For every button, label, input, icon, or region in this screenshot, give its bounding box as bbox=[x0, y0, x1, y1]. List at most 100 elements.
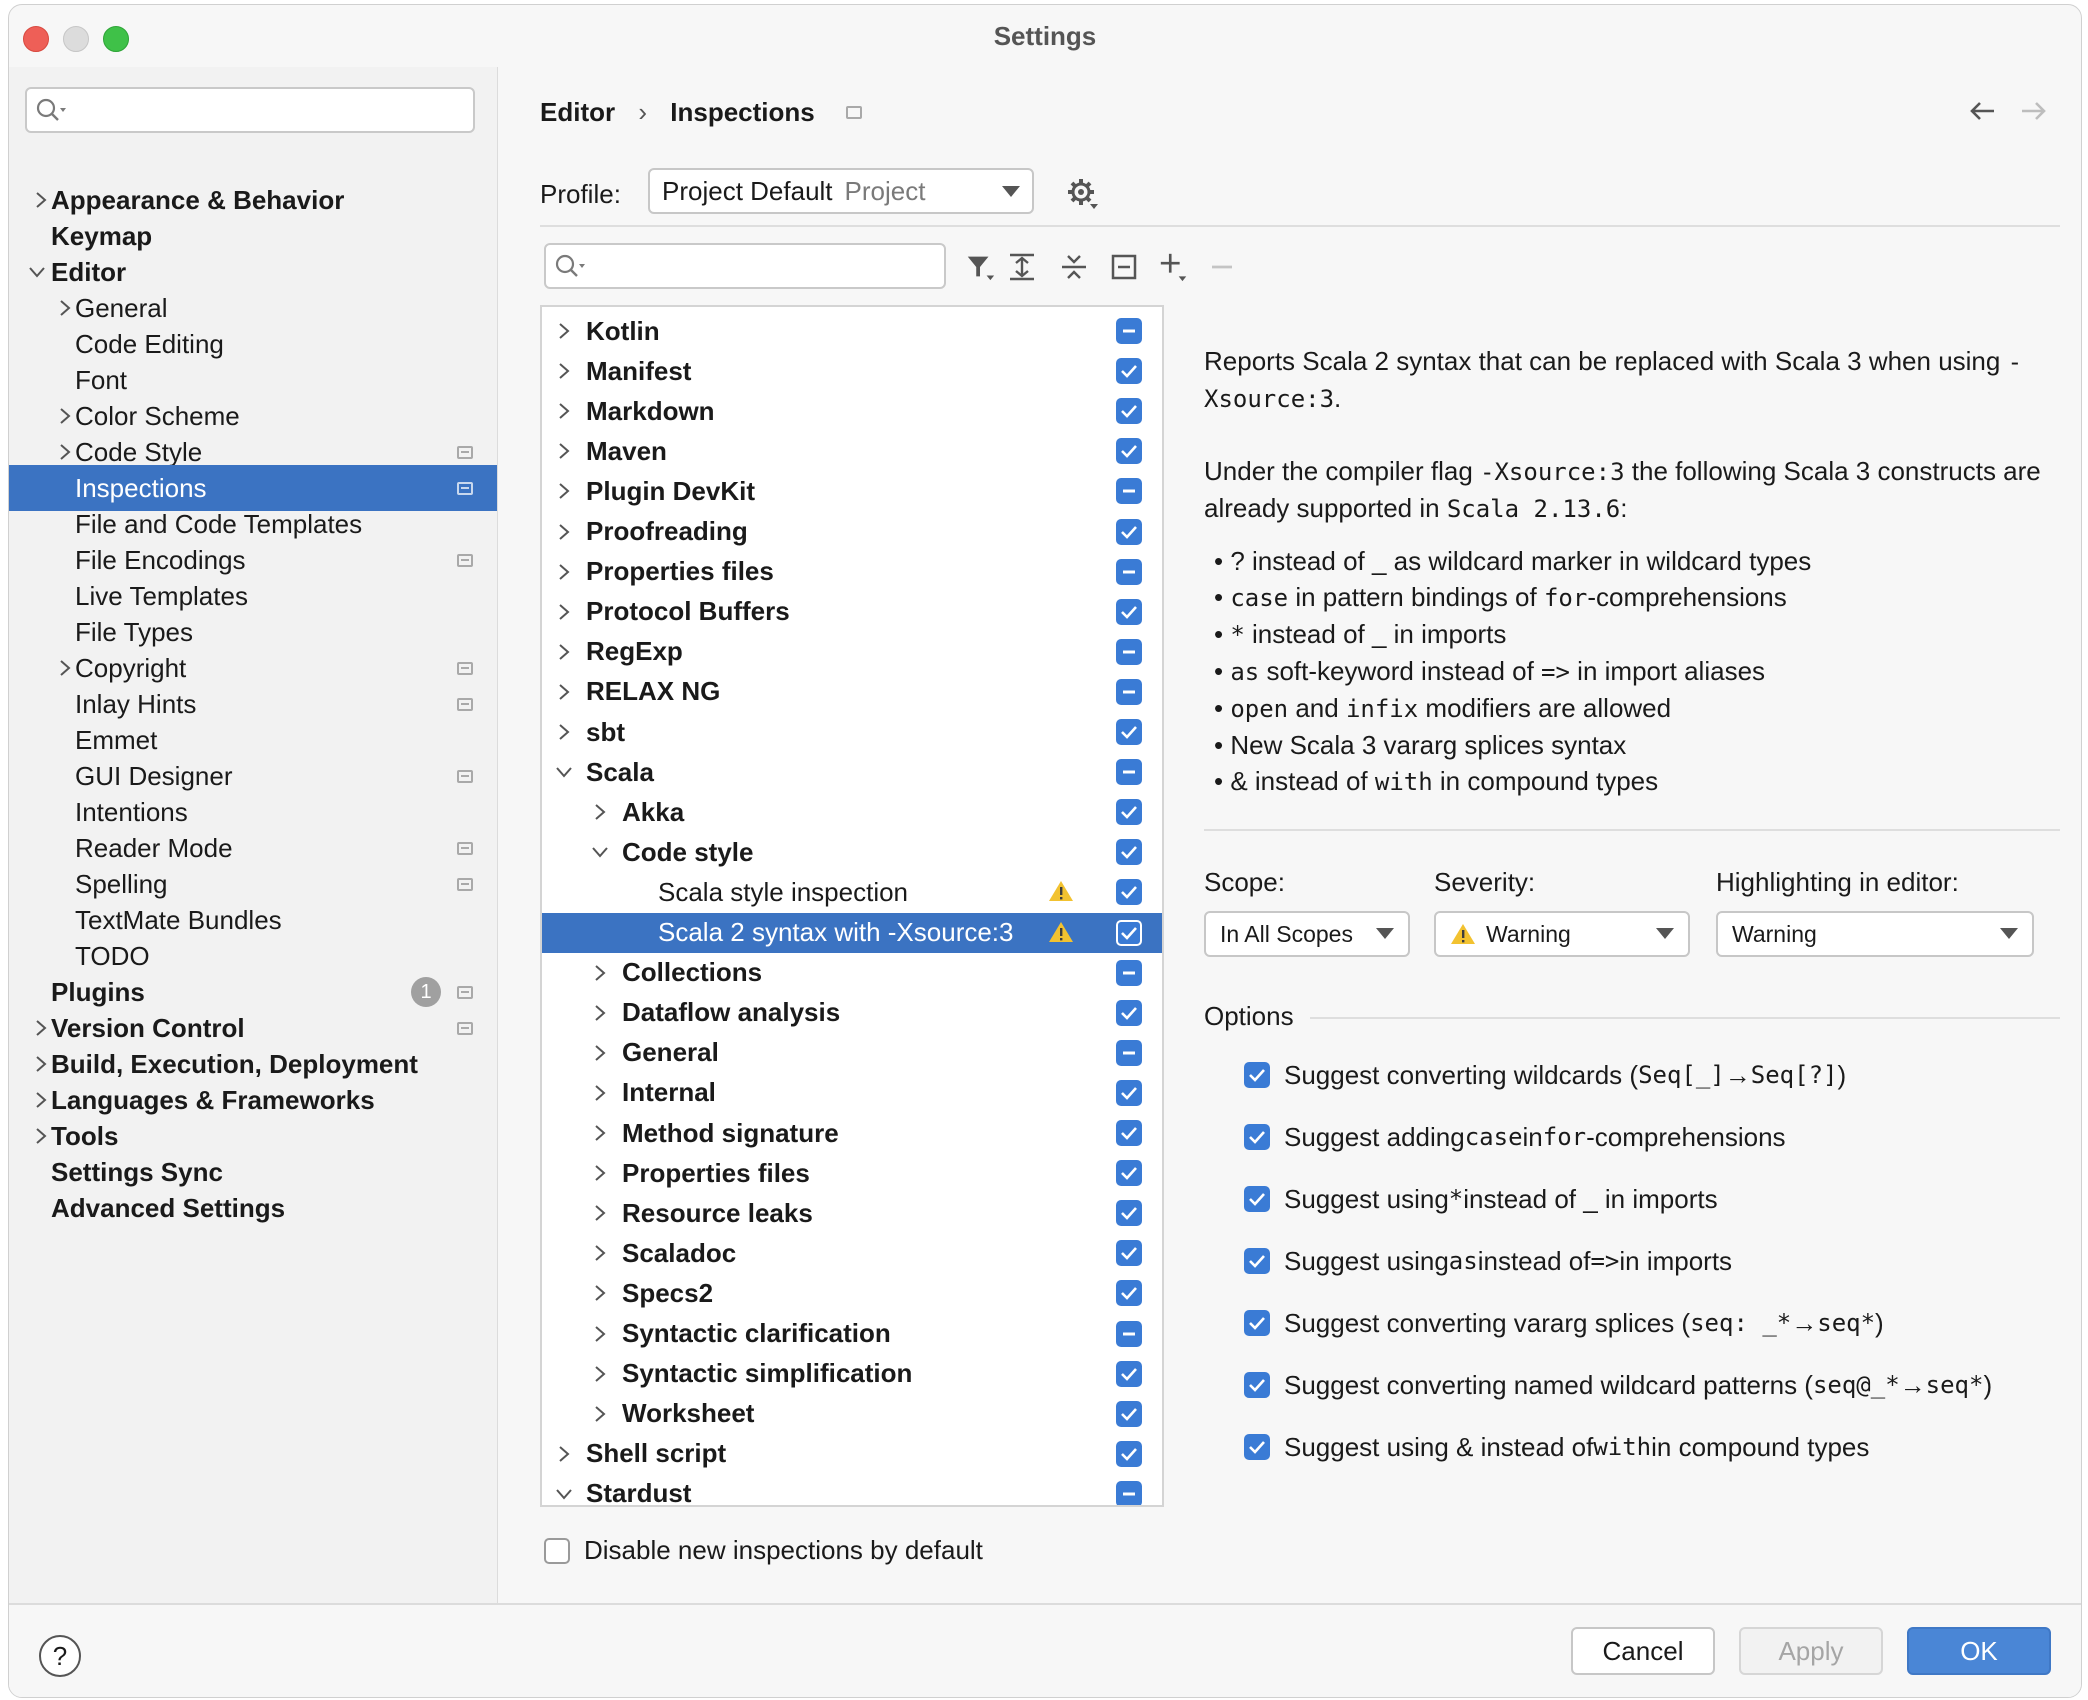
chevron-right-icon[interactable] bbox=[554, 562, 574, 582]
disable-new-inspections-row[interactable]: Disable new inspections by default bbox=[544, 1535, 983, 1566]
cancel-button[interactable]: Cancel bbox=[1571, 1627, 1715, 1675]
inspection-tree[interactable]: Kotlin Manifest Markdown Maven Plugin DevKit… bbox=[540, 305, 1164, 1507]
option-convert-wildcards[interactable]: Suggest converting wildcards (Seq[_] → S… bbox=[1244, 1055, 1846, 1095]
checkbox-checked[interactable] bbox=[1116, 398, 1142, 425]
tree-row[interactable]: Kotlin bbox=[542, 311, 1162, 351]
tree-row[interactable]: Scala style inspection bbox=[542, 872, 1162, 912]
tree-row[interactable]: Scala bbox=[542, 752, 1162, 792]
apply-button[interactable]: Apply bbox=[1739, 1627, 1883, 1675]
expand-all-icon[interactable] bbox=[1006, 251, 1038, 283]
tree-row[interactable]: Scaladoc bbox=[542, 1233, 1162, 1273]
chevron-right-icon[interactable] bbox=[554, 642, 574, 662]
checkbox-checked[interactable] bbox=[1116, 438, 1142, 465]
chevron-right-icon[interactable] bbox=[590, 1163, 610, 1183]
chevron-right-icon[interactable] bbox=[590, 1324, 610, 1344]
tree-row[interactable]: Protocol Buffers bbox=[542, 592, 1162, 632]
checkbox-partial[interactable] bbox=[1116, 478, 1142, 505]
chevron-right-icon[interactable] bbox=[554, 321, 574, 341]
tree-row[interactable]: Syntactic simplification bbox=[542, 1354, 1162, 1394]
tree-row[interactable]: RELAX NG bbox=[542, 672, 1162, 712]
reset-to-default-icon[interactable] bbox=[1108, 251, 1140, 283]
checkbox-checked[interactable] bbox=[1244, 1372, 1270, 1398]
inspection-search-input[interactable] bbox=[544, 243, 946, 289]
chevron-right-icon[interactable] bbox=[554, 361, 574, 381]
tree-row[interactable]: Code style bbox=[542, 832, 1162, 872]
tree-row[interactable]: Dataflow analysis bbox=[542, 993, 1162, 1033]
tree-row[interactable]: Markdown bbox=[542, 391, 1162, 431]
checkbox-partial[interactable] bbox=[1116, 959, 1142, 986]
checkbox-checked[interactable] bbox=[1116, 1120, 1142, 1146]
chevron-right-icon[interactable] bbox=[554, 522, 574, 542]
checkbox-partial[interactable] bbox=[1116, 1320, 1142, 1347]
checkbox-checked[interactable] bbox=[1244, 1124, 1270, 1150]
checkbox-checked[interactable] bbox=[1116, 1200, 1142, 1227]
checkbox-checked[interactable] bbox=[1244, 1310, 1270, 1336]
chevron-right-icon[interactable] bbox=[590, 1364, 610, 1384]
chevron-right-icon[interactable] bbox=[590, 1043, 610, 1063]
checkbox-checked[interactable] bbox=[1116, 1360, 1142, 1387]
chevron-right-icon[interactable] bbox=[590, 1243, 610, 1263]
checkbox-partial[interactable] bbox=[1116, 318, 1142, 344]
checkbox-partial[interactable] bbox=[1116, 678, 1142, 705]
chevron-right-icon[interactable] bbox=[554, 1444, 574, 1464]
tree-row[interactable]: Collections bbox=[542, 953, 1162, 993]
add-icon[interactable] bbox=[1158, 251, 1190, 283]
chevron-right-icon[interactable] bbox=[590, 1123, 610, 1143]
option-vararg-splices[interactable]: Suggest converting vararg splices (seq: … bbox=[1244, 1303, 1884, 1343]
chevron-right-icon[interactable] bbox=[554, 441, 574, 461]
checkbox-checked[interactable] bbox=[1116, 1440, 1142, 1467]
tree-row[interactable]: Shell script bbox=[542, 1434, 1162, 1474]
checkbox-checked[interactable] bbox=[1116, 999, 1142, 1026]
help-button[interactable]: ? bbox=[39, 1635, 81, 1677]
checkbox-checked[interactable] bbox=[1116, 518, 1142, 545]
ok-button[interactable]: OK bbox=[1907, 1627, 2051, 1675]
chevron-right-icon[interactable] bbox=[590, 1404, 610, 1424]
tree-row[interactable]: Specs2 bbox=[542, 1273, 1162, 1313]
profile-select[interactable]: Project Default Project bbox=[648, 168, 1034, 214]
checkbox-checked[interactable] bbox=[1116, 1079, 1142, 1106]
option-add-case[interactable]: Suggest adding case in for -comprehension… bbox=[1244, 1117, 1786, 1157]
checkbox-checked[interactable] bbox=[1244, 1434, 1270, 1460]
back-arrow-icon[interactable] bbox=[1968, 99, 1998, 123]
option-star-imports[interactable]: Suggest using * instead of _ in imports bbox=[1244, 1179, 1718, 1219]
tree-row[interactable]: Maven bbox=[542, 431, 1162, 471]
chevron-right-icon[interactable] bbox=[554, 481, 574, 501]
tree-row[interactable]: RegExp bbox=[542, 632, 1162, 672]
checkbox-partial[interactable] bbox=[1116, 638, 1142, 665]
tree-row[interactable]: Resource leaks bbox=[542, 1193, 1162, 1233]
remove-icon[interactable] bbox=[1206, 251, 1238, 283]
tree-row[interactable]: Internal bbox=[542, 1073, 1162, 1113]
checkbox-checked[interactable] bbox=[1116, 1280, 1142, 1307]
checkbox-checked[interactable] bbox=[1116, 919, 1142, 946]
scope-select[interactable]: In All Scopes bbox=[1204, 911, 1410, 957]
checkbox-partial[interactable] bbox=[1116, 759, 1142, 786]
checkbox-partial[interactable] bbox=[1116, 1480, 1142, 1505]
checkbox-checked[interactable] bbox=[1116, 879, 1142, 906]
chevron-right-icon[interactable] bbox=[590, 1083, 610, 1103]
filter-icon[interactable] bbox=[964, 251, 996, 283]
forward-arrow-icon[interactable] bbox=[2018, 99, 2048, 123]
gear-icon[interactable] bbox=[1066, 177, 1100, 211]
chevron-right-icon[interactable] bbox=[554, 602, 574, 622]
tree-row[interactable]: Worksheet bbox=[542, 1394, 1162, 1434]
tree-row[interactable]: Properties files bbox=[542, 552, 1162, 592]
checkbox-checked[interactable] bbox=[1244, 1186, 1270, 1212]
option-ampersand-compound-types[interactable]: Suggest using & instead of with in compo… bbox=[1244, 1427, 1869, 1467]
sidebar-search-input[interactable] bbox=[25, 87, 475, 133]
chevron-right-icon[interactable] bbox=[554, 401, 574, 421]
chevron-right-icon[interactable] bbox=[590, 963, 610, 983]
option-named-wildcard-patterns[interactable]: Suggest converting named wildcard patter… bbox=[1244, 1365, 1992, 1405]
checkbox-checked[interactable] bbox=[1116, 1240, 1142, 1267]
option-as-imports[interactable]: Suggest using as instead of => in import… bbox=[1244, 1241, 1732, 1281]
checkbox-checked[interactable] bbox=[1116, 839, 1142, 866]
checkbox-partial[interactable] bbox=[1116, 1039, 1142, 1066]
sidebar-item-advanced-settings[interactable]: Advanced Settings bbox=[9, 1185, 497, 1231]
tree-row[interactable]: Method signature bbox=[542, 1113, 1162, 1153]
chevron-right-icon[interactable] bbox=[554, 682, 574, 702]
tree-row[interactable]: Properties files bbox=[542, 1153, 1162, 1193]
checkbox-checked[interactable] bbox=[1116, 1160, 1142, 1187]
checkbox-checked[interactable] bbox=[1116, 358, 1142, 385]
checkbox-checked[interactable] bbox=[1116, 719, 1142, 745]
checkbox-checked[interactable] bbox=[1244, 1248, 1270, 1274]
tree-row[interactable]: Proofreading bbox=[542, 512, 1162, 552]
